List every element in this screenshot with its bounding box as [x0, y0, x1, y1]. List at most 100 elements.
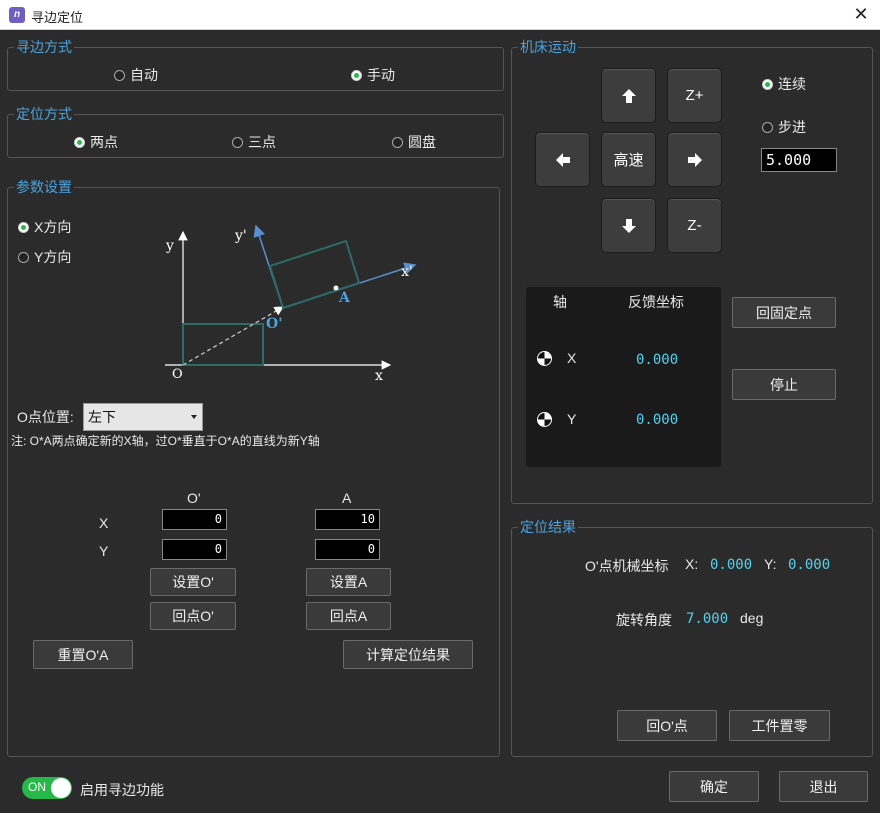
rotation-angle-unit: deg [740, 610, 764, 626]
result-x-value: 0.000 [710, 557, 753, 573]
o-x-input[interactable]: 0 [162, 509, 227, 530]
continuous-radio[interactable]: 连续 [762, 74, 806, 94]
axis-origin-icon [537, 412, 552, 427]
jog-z-plus-button[interactable]: Z+ [667, 68, 722, 123]
jog-down-button[interactable] [601, 198, 656, 253]
feedback-panel [526, 287, 721, 467]
continuous-label: 连续 [778, 76, 806, 92]
step-value-input[interactable]: 5.000 [761, 148, 837, 172]
position-three-radio[interactable]: 三点 [232, 132, 276, 152]
jog-up-button[interactable] [601, 68, 656, 123]
return-o-prime-point-button[interactable]: 回O'点 [617, 710, 717, 741]
y-direction-radio[interactable]: Y方向 [18, 247, 71, 267]
point-a-dot [333, 285, 339, 291]
toggle-knob [51, 778, 71, 798]
position-circle-label: 圆盘 [408, 134, 436, 150]
return-o-prime-button[interactable]: 回点O' [150, 602, 236, 630]
diagram-x-label: x [375, 368, 383, 384]
y-direction-label: Y方向 [34, 249, 72, 265]
a-y-input[interactable]: 0 [315, 539, 380, 560]
window-title: 寻边定位 [31, 10, 84, 25]
radio-checked-icon [351, 69, 362, 81]
reset-o-a-button[interactable]: 重置O'A [33, 640, 133, 669]
radio-checked-icon [74, 136, 85, 148]
jog-right-button[interactable] [667, 132, 722, 187]
app-logo-icon: n [9, 7, 25, 23]
position-circle-radio[interactable]: 圆盘 [392, 132, 436, 152]
col-o-prime-header: O' [187, 490, 201, 506]
feedback-x-value: 0.000 [636, 352, 679, 368]
result-y-label: Y: [764, 556, 777, 572]
o-position-label: O点位置: [17, 409, 74, 425]
mode-group-title: 寻边方式 [14, 38, 74, 56]
diagram-x-prime-label: x' [401, 264, 413, 280]
axis-y-label: Y [567, 411, 577, 427]
diagram-origin-label: O [172, 367, 183, 382]
enable-label: 启用寻边功能 [80, 782, 164, 798]
return-a-button[interactable]: 回点A [306, 602, 391, 630]
workpiece-zero-button[interactable]: 工件置零 [729, 710, 830, 741]
o-prime-coord-label: O'点机械坐标 [585, 558, 669, 574]
radio-checked-icon [18, 221, 29, 233]
position-two-radio[interactable]: 两点 [74, 132, 118, 152]
a-x-input[interactable]: 10 [315, 509, 380, 530]
arrow-up-icon [621, 88, 636, 103]
toggle-state-label: ON [28, 780, 46, 794]
calc-result-button[interactable]: 计算定位结果 [343, 640, 473, 669]
mode-auto-radio[interactable]: 自动 [114, 65, 158, 85]
radio-circle-icon [232, 136, 243, 148]
arrow-down-icon [621, 218, 636, 233]
exit-button[interactable]: 退出 [779, 771, 868, 802]
arrow-left-icon [555, 152, 570, 167]
coordinate-diagram: y y' x x' O O' A [165, 224, 417, 384]
params-group-title: 参数设置 [14, 178, 74, 196]
position-group: 定位方式 两点 三点 圆盘 [7, 105, 504, 158]
title-bar: n 寻边定位 ✕ [0, 0, 880, 30]
diagram-y-label: y [165, 238, 174, 254]
axis-x-label: X [567, 350, 577, 366]
position-three-label: 三点 [248, 134, 276, 150]
rotation-angle-label: 旋转角度 [616, 612, 672, 628]
x-direction-label: X方向 [34, 219, 72, 235]
original-rect [182, 323, 264, 366]
radio-circle-icon [762, 121, 773, 133]
arrow-right-icon [687, 152, 702, 167]
stop-button[interactable]: 停止 [732, 369, 836, 400]
radio-circle-icon [114, 69, 125, 81]
jog-z-minus-button[interactable]: Z- [667, 198, 722, 253]
set-a-button[interactable]: 设置A [306, 568, 391, 596]
close-icon[interactable]: ✕ [850, 3, 872, 25]
note-text: 注: O*A两点确定新的X轴，过O*垂直于O*A的直线为新Y轴 [11, 434, 320, 448]
result-group-title: 定位结果 [518, 518, 578, 536]
ok-button[interactable]: 确定 [669, 771, 759, 802]
step-radio[interactable]: 步进 [762, 117, 806, 137]
jog-fast-button[interactable]: 高速 [601, 132, 656, 187]
x-direction-radio[interactable]: X方向 [18, 217, 71, 237]
position-two-label: 两点 [90, 134, 118, 150]
chevron-down-icon [191, 415, 197, 419]
mode-manual-radio[interactable]: 手动 [351, 65, 395, 85]
enable-toggle[interactable]: ON [22, 777, 72, 799]
axis-col-header: 轴 [553, 294, 567, 310]
diagram-y-prime-label: y' [234, 228, 247, 244]
o-position-select[interactable]: 左下 [83, 403, 203, 431]
feedback-col-header: 反馈坐标 [628, 294, 684, 310]
mode-group: 寻边方式 自动 手动 [7, 38, 504, 91]
radio-circle-icon [392, 136, 403, 148]
set-o-prime-button[interactable]: 设置O' [150, 568, 236, 596]
feedback-y-value: 0.000 [636, 412, 679, 428]
diagram-o-prime-label: O' [266, 316, 282, 332]
mode-manual-label: 手动 [367, 67, 395, 83]
step-label: 步进 [778, 119, 806, 135]
row-x-label: X [99, 515, 109, 531]
machine-group-title: 机床运动 [518, 38, 578, 56]
return-fixed-point-button[interactable]: 回固定点 [732, 297, 836, 328]
o-y-input[interactable]: 0 [162, 539, 227, 560]
result-y-value: 0.000 [788, 557, 831, 573]
radio-circle-icon [18, 251, 29, 263]
mode-auto-label: 自动 [130, 67, 158, 83]
jog-left-button[interactable] [535, 132, 590, 187]
o-position-value: 左下 [88, 409, 116, 425]
col-a-header: A [342, 490, 352, 506]
diagram-a-label: A [338, 290, 351, 306]
